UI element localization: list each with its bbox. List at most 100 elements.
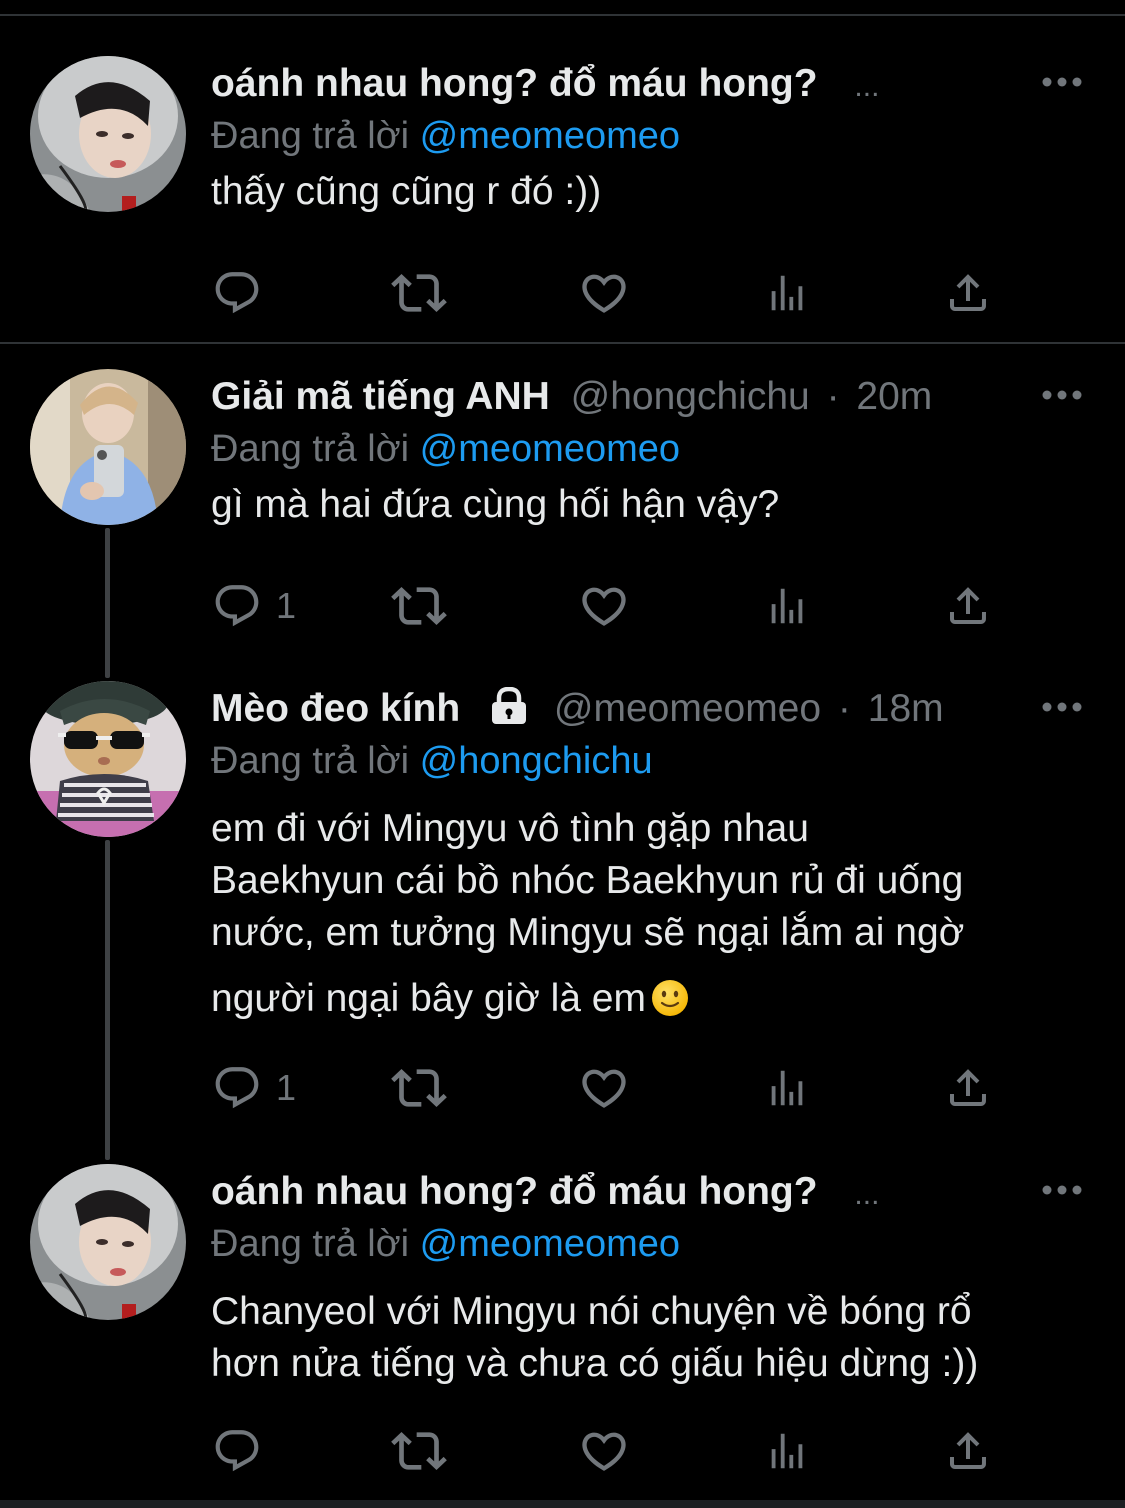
avatar-person-hood	[30, 56, 186, 212]
retweet-button[interactable]	[391, 1421, 447, 1481]
retweet-button[interactable]	[391, 576, 447, 636]
more-options-button[interactable]	[1040, 1180, 1084, 1200]
tweet-actions: 1	[0, 1058, 1125, 1118]
tweet-text: Chanyeol với Mingyu nói chuyện về bóng r…	[211, 1286, 1091, 1390]
retweet-button[interactable]	[391, 1058, 447, 1118]
retweet-icon	[391, 265, 447, 321]
views-icon	[764, 1428, 810, 1474]
reply-icon	[212, 1063, 262, 1113]
share-icon	[944, 1427, 992, 1475]
like-button[interactable]	[578, 576, 630, 636]
handle[interactable]: @meomeomeo	[554, 687, 821, 730]
bottom-edge	[0, 1500, 1125, 1508]
views-button[interactable]	[764, 1421, 810, 1481]
tweet-actions: 1	[0, 576, 1125, 636]
reply-count: 1	[276, 585, 297, 626]
reply-icon	[212, 1426, 262, 1476]
slightly-smiling-face-icon	[650, 978, 690, 1032]
tweet-text-line: thấy cũng cũng r đó :))	[211, 170, 602, 213]
replying-mention-link[interactable]: @hongchichu	[420, 740, 653, 782]
views-button[interactable]	[764, 1058, 810, 1118]
tweet-text-line: nước, em tưởng Mingyu sẽ ngại lắm ai ngờ	[211, 911, 965, 954]
share-button[interactable]	[944, 263, 992, 323]
replying-to: Đang trả lời @meomeomeo	[211, 112, 680, 160]
tweet-text: thấy cũng cũng r đó :))	[211, 166, 1091, 218]
tweet-text-line: Baekhyun cái bồ nhóc Baekhyun rủ đi uống	[211, 859, 964, 902]
replying-mention-link[interactable]: @meomeomeo	[420, 115, 680, 157]
tweet-header: Giải mã tiếng ANH @hongchichu · 20m	[211, 373, 1011, 421]
tweet-header: Mèo đeo kính @meomeomeo · 18m	[211, 685, 1011, 733]
tweet-actions	[0, 263, 1125, 323]
display-name[interactable]: oánh nhau hong? đổ máu hong?	[211, 1170, 818, 1213]
views-icon	[764, 583, 810, 629]
replying-prefix: Đang trả lời	[211, 1223, 410, 1265]
replying-prefix: Đang trả lời	[211, 115, 410, 157]
avatar[interactable]	[30, 681, 186, 837]
more-options-button[interactable]	[1040, 385, 1084, 405]
replying-to: Đang trả lời @meomeomeo	[211, 425, 680, 473]
more-icon	[1042, 702, 1082, 712]
reply-button[interactable]: 1	[212, 576, 296, 636]
tweet-text: em đi với Mingyu vô tình gặp nhau Baekhy…	[211, 803, 1091, 1032]
avatar[interactable]	[30, 56, 186, 212]
truncation-marker: ...	[854, 1178, 880, 1211]
share-button[interactable]	[944, 576, 992, 636]
reply-count: 1	[276, 1067, 297, 1108]
views-button[interactable]	[764, 263, 810, 323]
replying-mention-link[interactable]: @meomeomeo	[420, 428, 680, 470]
reply-button[interactable]: 1	[212, 1058, 296, 1118]
reply-button[interactable]	[212, 1421, 262, 1481]
views-icon	[764, 270, 810, 316]
display-name[interactable]: oánh nhau hong? đổ máu hong?	[211, 62, 818, 105]
like-button[interactable]	[578, 1058, 630, 1118]
tweet-text-line: Chanyeol với Mingyu nói chuyện về bóng r…	[211, 1290, 972, 1333]
tweet-text-line-with-emoji: người ngại bây giờ là em	[211, 973, 1091, 1032]
share-button[interactable]	[944, 1421, 992, 1481]
avatar[interactable]	[30, 369, 186, 525]
reply-icon	[212, 581, 262, 631]
share-icon	[944, 269, 992, 317]
tweet-actions	[0, 1421, 1125, 1481]
avatar-person-mirror-selfie	[30, 369, 186, 525]
replying-mention-link[interactable]: @meomeomeo	[420, 1223, 680, 1265]
top-divider	[0, 14, 1125, 16]
retweet-button[interactable]	[391, 263, 447, 323]
tweet-text-line: em đi với Mingyu vô tình gặp nhau	[211, 807, 809, 850]
reply-button[interactable]	[212, 263, 262, 323]
tweet-text-line: người ngại bây giờ là em	[211, 977, 646, 1020]
lock-icon	[489, 686, 529, 733]
heart-icon	[578, 267, 630, 319]
replying-to: Đang trả lời @hongchichu	[211, 737, 653, 785]
like-button[interactable]	[578, 1421, 630, 1481]
share-button[interactable]	[944, 1058, 992, 1118]
views-button[interactable]	[764, 576, 810, 636]
avatar-person-hood	[30, 1164, 186, 1320]
replying-to: Đang trả lời @meomeomeo	[211, 1220, 680, 1268]
tweet-header: oánh nhau hong? đổ máu hong? ...	[211, 1168, 1011, 1216]
retweet-icon	[391, 1423, 447, 1479]
timestamp[interactable]: 20m	[856, 375, 932, 418]
heart-icon	[578, 580, 630, 632]
separator: ·	[826, 375, 840, 418]
display-name[interactable]: Mèo đeo kính	[211, 687, 460, 730]
tweet-text-line: hơn nửa tiếng và chưa có giấu hiệu dừng …	[211, 1342, 979, 1385]
handle[interactable]: @hongchichu	[571, 375, 810, 418]
more-options-button[interactable]	[1040, 72, 1084, 92]
more-options-button[interactable]	[1040, 697, 1084, 717]
like-button[interactable]	[578, 263, 630, 323]
more-icon	[1042, 390, 1082, 400]
share-icon	[944, 582, 992, 630]
retweet-icon	[391, 578, 447, 634]
tweet-text-line: gì mà hai đứa cùng hối hận vậy?	[211, 483, 780, 526]
truncation-marker: ...	[854, 70, 880, 103]
tweet-text: gì mà hai đứa cùng hối hận vậy?	[211, 479, 1091, 531]
replying-prefix: Đang trả lời	[211, 740, 410, 782]
avatar-cat-sunglasses	[30, 681, 186, 837]
avatar[interactable]	[30, 1164, 186, 1320]
more-icon	[1042, 1185, 1082, 1195]
heart-icon	[578, 1062, 630, 1114]
share-icon	[944, 1064, 992, 1112]
heart-icon	[578, 1425, 630, 1477]
display-name[interactable]: Giải mã tiếng ANH	[211, 375, 550, 418]
timestamp[interactable]: 18m	[868, 687, 944, 730]
